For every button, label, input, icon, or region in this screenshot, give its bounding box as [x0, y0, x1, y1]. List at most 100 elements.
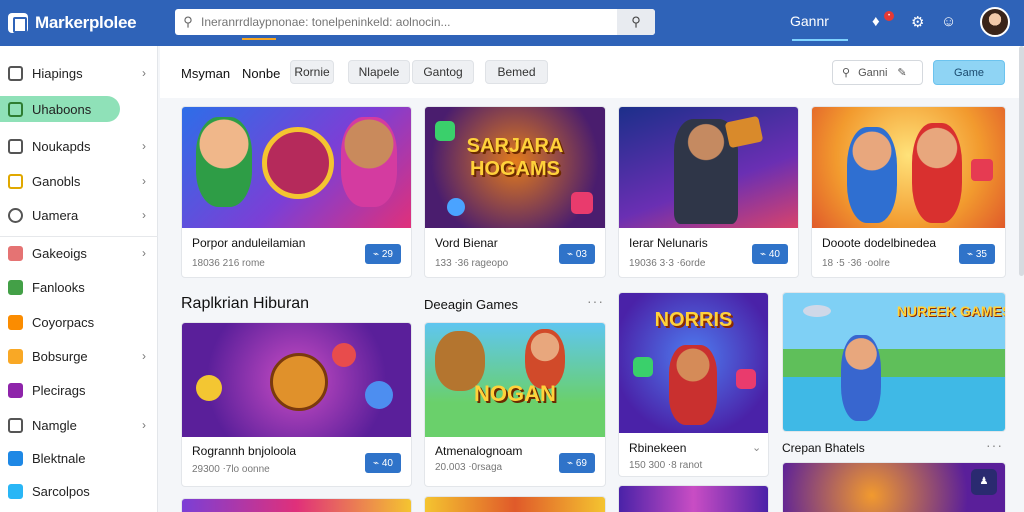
sidebar-item-ganobls[interactable]: Ganobls ›	[0, 168, 158, 194]
app-logo[interactable]: Markerplolee	[8, 13, 168, 33]
card-meta: 150 300 ⋅8 ranot	[629, 460, 703, 471]
play-button[interactable]: ⌁ 40	[365, 453, 401, 473]
play-button[interactable]: ⌁ 40	[752, 244, 788, 264]
sidebar-item-label: Sarcolpos	[32, 483, 90, 499]
section-title: Crepan Bhatels	[782, 441, 865, 455]
chevron-right-icon: ›	[142, 246, 146, 260]
filter-chip[interactable]: Nlapele	[348, 60, 410, 84]
game-search-button[interactable]: ⚲ Ganni ✎	[832, 60, 923, 85]
thumbnail-title: NUREEK GAMES	[896, 303, 1006, 319]
chat-icon	[8, 483, 23, 499]
thumbnail-title: NOGAN	[474, 381, 556, 406]
game-thumbnail: NOGAN	[425, 323, 605, 437]
puzzle-icon	[8, 279, 23, 295]
grid-icon	[8, 65, 23, 81]
sidebar-item-label: Namgle	[32, 417, 77, 433]
game-search-label: Ganni	[858, 66, 888, 79]
top-bar: Markerplolee ⚲ ⚲ Gannr ♦ • ⚙ ☺	[0, 0, 1024, 46]
calendar-icon	[8, 138, 23, 154]
game-thumbnail	[182, 107, 411, 228]
card-title: Dooote dodelbinedea	[822, 236, 937, 250]
game-button[interactable]: Game	[933, 60, 1005, 85]
pen-icon: ✎	[897, 67, 907, 79]
search-button[interactable]: ⚲	[617, 9, 655, 35]
chevron-down-icon[interactable]: ⌄	[752, 441, 762, 454]
search-bar: ⚲ ⚲	[175, 9, 655, 35]
bell-icon[interactable]: ♦	[872, 13, 880, 30]
search-icon: ⚲	[183, 14, 193, 29]
chevron-right-icon: ›	[142, 66, 146, 80]
avatar[interactable]	[980, 7, 1010, 37]
game-card[interactable]: SARJARA HOGAMS Vord Bienar 133 ⋅36 rageo…	[424, 106, 606, 278]
sidebar-item-uhaboons[interactable]: Uhaboons	[0, 96, 120, 122]
sidebar-item-plecirags[interactable]: Plecirags	[0, 377, 158, 403]
sidebar-item-label: Uhaboons	[32, 101, 92, 117]
stack-icon	[8, 245, 23, 261]
play-button[interactable]: ⌁ 35	[959, 244, 995, 264]
game-card[interactable]: NOGAN Atmenalognoam 20.003 ⋅0rsaga ⌁ 69	[424, 322, 606, 487]
book-icon	[8, 450, 23, 466]
user-icon[interactable]: ☺	[941, 13, 956, 30]
active-tab-underline	[242, 38, 276, 40]
tab-game[interactable]: Gannr	[790, 13, 829, 29]
search-input[interactable]	[201, 15, 611, 29]
sidebar-item-noukapds[interactable]: Noukapds ›	[0, 133, 158, 159]
more-icon[interactable]: ···	[986, 437, 1003, 453]
sidebar-item-namgle[interactable]: Namgle ›	[0, 412, 158, 438]
game-card[interactable]: Rogrannh bnjoloola 29300 ⋅7lo oonne ⌁ 40	[181, 322, 412, 487]
sidebar-divider	[0, 236, 158, 237]
card-meta: 19036 3⋅3 ⋅6orde	[629, 258, 706, 269]
sidebar-item-coyorpacs[interactable]: Coyorpacs	[0, 309, 158, 335]
card-title: Rogrannh bnjoloola	[192, 444, 297, 458]
chevron-right-icon: ›	[142, 349, 146, 363]
home-icon	[8, 101, 23, 117]
logo-icon	[8, 13, 28, 33]
game-card[interactable]	[424, 496, 606, 512]
play-button[interactable]: ⌁ 29	[365, 244, 401, 264]
active-tab-indicator	[792, 39, 848, 41]
game-card[interactable]	[618, 485, 769, 512]
notification-badge: •	[884, 11, 894, 21]
search-icon: ⚲	[842, 67, 851, 79]
game-thumbnail	[182, 323, 411, 437]
play-button[interactable]: ⌁ 03	[559, 244, 595, 264]
chevron-right-icon: ›	[142, 139, 146, 153]
filter-chip[interactable]: Gantog	[412, 60, 474, 84]
shop-icon	[8, 348, 23, 364]
sidebar-item-label: Noukapds	[32, 138, 91, 154]
game-card[interactable]	[181, 498, 412, 512]
game-card[interactable]: Porpor anduleilamian 18036 216 rome ⌁ 29	[181, 106, 412, 278]
gamepad-icon	[8, 173, 23, 189]
sidebar-item-gakeoigs[interactable]: Gakeoigs ›	[0, 240, 158, 266]
tab-msyman[interactable]: Msyman	[181, 66, 230, 81]
sidebar-item-label: Ganobls	[32, 173, 81, 189]
sidebar-item-label: Fanlooks	[32, 279, 85, 295]
tab-nonbe[interactable]: Nonbe	[242, 66, 280, 81]
app-badge-icon: ♟	[971, 469, 997, 495]
game-card[interactable]: Dooote dodelbinedea 18 ⋅5 ⋅36 ⋅oolre ⌁ 3…	[811, 106, 1006, 278]
sidebar-item-label: Blektnale	[32, 450, 86, 466]
sidebar-item-hiapings[interactable]: Hiapings ›	[0, 60, 158, 86]
scrollbar[interactable]	[1019, 46, 1024, 276]
game-thumbnail: SARJARA HOGAMS	[425, 107, 605, 228]
sidebar-item-uamera[interactable]: Uamera ›	[0, 202, 158, 228]
game-card[interactable]: ♟	[782, 462, 1006, 512]
more-icon[interactable]: ···	[587, 293, 604, 309]
tag-icon	[8, 382, 23, 398]
card-meta: 20.003 ⋅0rsaga	[435, 462, 503, 473]
settings-icon[interactable]: ⚙	[911, 13, 924, 31]
sidebar-item-blektnale[interactable]: Blektnale	[0, 445, 158, 471]
game-card[interactable]: NORRIS Rbinekeen 150 300 ⋅8 ranot	[618, 292, 769, 477]
filter-chip[interactable]: Bemed	[485, 60, 548, 84]
card-meta: 29300 ⋅7lo oonne	[192, 464, 270, 475]
card-meta: 18 ⋅5 ⋅36 ⋅oolre	[822, 258, 890, 269]
sidebar-item-fanlooks[interactable]: Fanlooks	[0, 274, 158, 300]
filter-chip[interactable]: Rornie	[290, 60, 334, 84]
game-card[interactable]: NUREEK GAMES	[782, 292, 1006, 432]
play-button[interactable]: ⌁ 69	[559, 453, 595, 473]
thumbnail-title: NORRIS	[654, 309, 733, 331]
card-title: Atmenalognoam	[435, 444, 523, 458]
game-card[interactable]: Ierar Nelunaris 19036 3⋅3 ⋅6orde ⌁ 40	[618, 106, 799, 278]
sidebar-item-bobsurge[interactable]: Bobsurge ›	[0, 343, 158, 369]
sidebar-item-sarcolpos[interactable]: Sarcolpos	[0, 478, 158, 504]
